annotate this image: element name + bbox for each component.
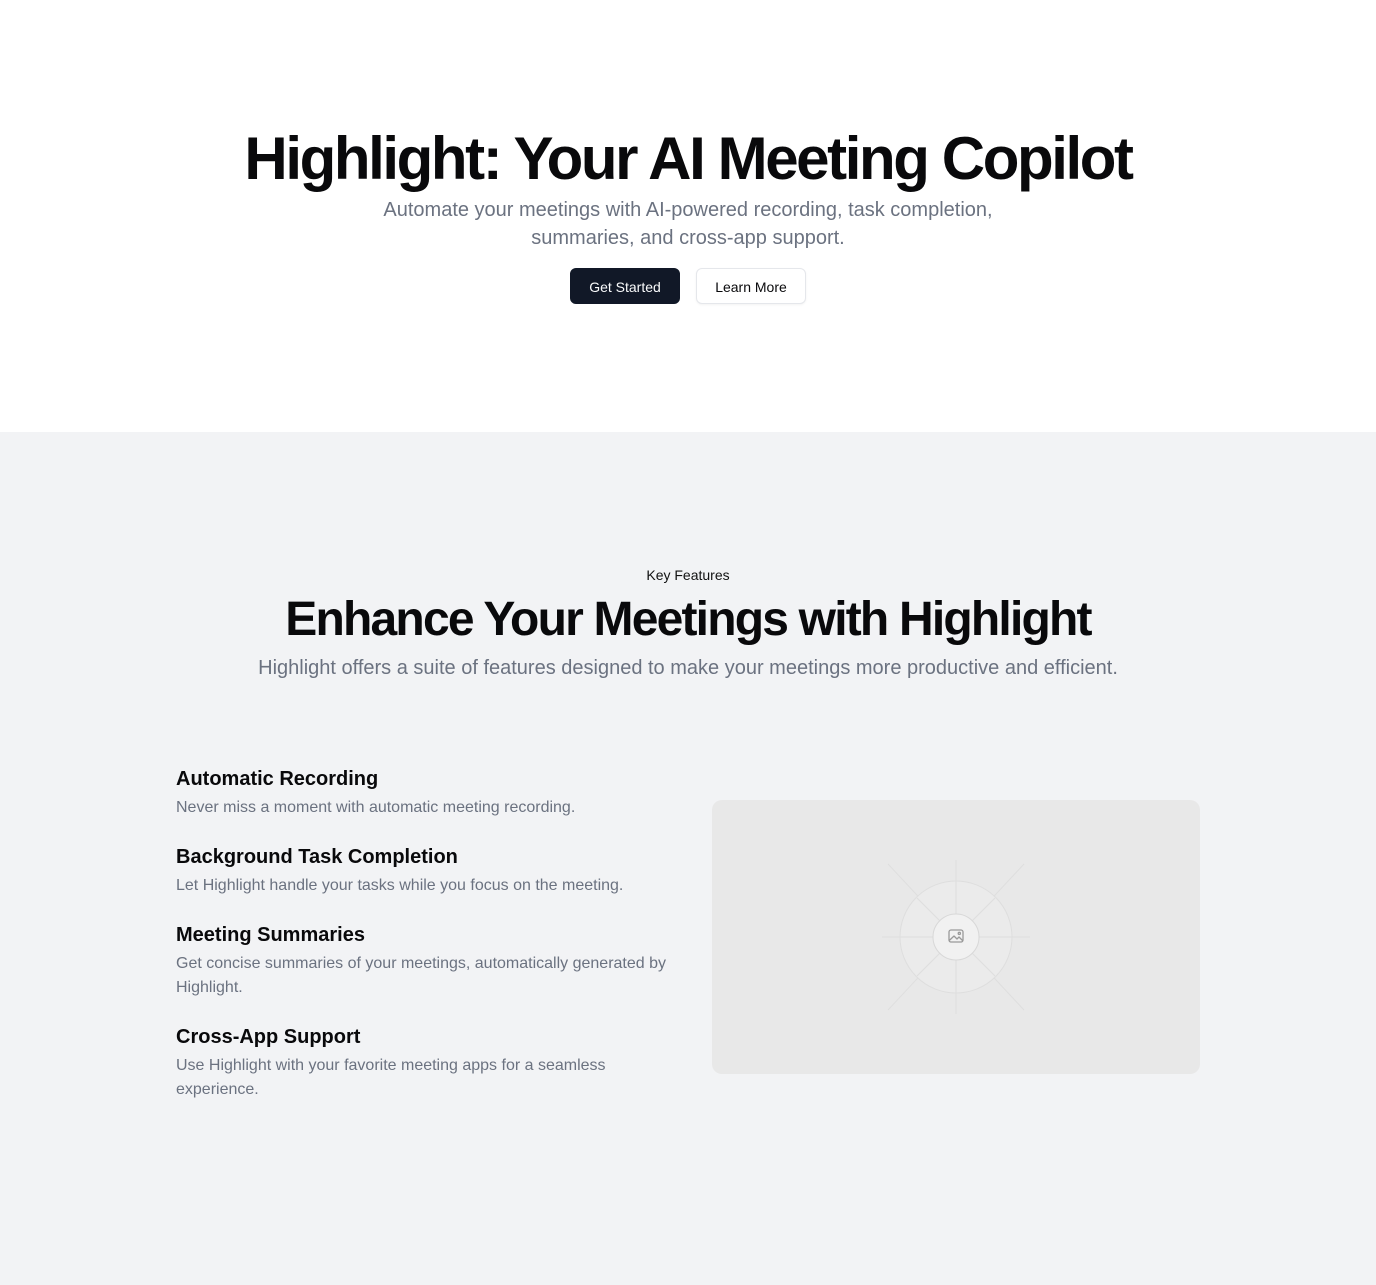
image-placeholder-icon xyxy=(882,860,1030,1014)
feature-list: Automatic Recording Never miss a moment … xyxy=(176,766,676,1126)
learn-more-button[interactable]: Learn More xyxy=(696,268,806,304)
features-subtitle: Highlight offers a suite of features des… xyxy=(258,657,1118,679)
hero-subtitle: Automate your meetings with AI-powered r… xyxy=(383,199,993,249)
feature-item-automatic-recording: Automatic Recording Never miss a moment … xyxy=(176,766,676,820)
feature-item-background-task-completion: Background Task Completion Let Highlight… xyxy=(176,844,676,898)
feature-title: Background Task Completion xyxy=(176,846,458,868)
feature-description: Never miss a moment with automatic meeti… xyxy=(176,799,576,816)
feature-description: Get concise summaries of your meetings, … xyxy=(176,955,667,996)
features-section: Key Features Enhance Your Meetings with … xyxy=(0,432,1376,1285)
feature-image-placeholder xyxy=(712,800,1200,1074)
hero-section: Highlight: Your AI Meeting Copilot Autom… xyxy=(0,0,1376,432)
feature-title: Meeting Summaries xyxy=(176,924,365,946)
features-eyebrow: Key Features xyxy=(646,567,730,583)
feature-description: Let Highlight handle your tasks while yo… xyxy=(176,877,624,894)
get-started-button[interactable]: Get Started xyxy=(570,268,680,304)
feature-title: Cross-App Support xyxy=(176,1026,361,1048)
feature-description: Use Highlight with your favorite meeting… xyxy=(176,1057,606,1098)
hero-actions: Get Started Learn More xyxy=(0,268,1376,304)
features-title: Enhance Your Meetings with Highlight xyxy=(285,593,1092,646)
hero-title: Highlight: Your AI Meeting Copilot xyxy=(244,125,1134,192)
feature-item-meeting-summaries: Meeting Summaries Get concise summaries … xyxy=(176,922,676,1000)
feature-title: Automatic Recording xyxy=(176,768,379,790)
feature-item-cross-app-support: Cross-App Support Use Highlight with you… xyxy=(176,1024,676,1102)
